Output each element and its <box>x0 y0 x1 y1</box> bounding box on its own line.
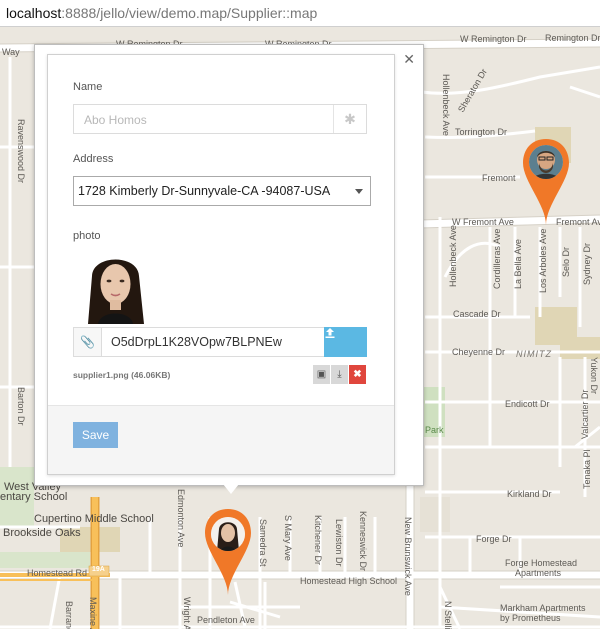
popup-tail <box>223 484 239 494</box>
map-label: Barton Dr <box>16 387 26 426</box>
file-upload-row: 📎 O5dDrpL1K28VOpw7BLPNEw <box>73 327 367 357</box>
file-name-field[interactable]: O5dDrpL1K28VOpw7BLPNEw <box>101 327 326 357</box>
map-label: Kitchener Dr <box>313 515 323 566</box>
chevron-down-icon <box>355 189 363 194</box>
map-label: S Mary Ave <box>283 515 293 561</box>
map-label: La Bella Ave <box>513 239 523 289</box>
map-label: entary School <box>0 491 68 503</box>
close-icon[interactable]: ✕ <box>403 51 415 68</box>
map-label: Homestead Rd <box>27 568 88 578</box>
upload-icon <box>325 328 335 338</box>
map-region-label: NIMITZ <box>516 349 552 359</box>
map-label: Way <box>2 47 20 57</box>
map-canvas[interactable]: W Remington Dr W Remington Dr W Remingto… <box>0 27 600 629</box>
map-label: New Brunswick Ave <box>403 517 413 596</box>
map-label: W Remington Dr <box>460 34 527 44</box>
image-preview-icon[interactable]: ▣ <box>313 365 330 384</box>
map-label: Barranca Dr <box>64 601 74 629</box>
map-label: Endicott Dr <box>505 399 550 409</box>
name-placeholder: Abo Homos <box>84 113 147 127</box>
map-label: Apartments <box>515 568 562 578</box>
url-path: :8888/jello/view/demo.map/Supplier::map <box>61 5 318 21</box>
selected-supplier-map-marker[interactable] <box>200 507 252 595</box>
map-label: Cheyenne Dr <box>452 347 506 357</box>
save-button[interactable]: Save <box>73 422 118 448</box>
browser-url-bar[interactable]: localhost:8888/jello/view/demo.map/Suppl… <box>0 0 600 27</box>
map-label: Homestead High School <box>300 576 398 586</box>
map-label: by Prometheus <box>500 613 561 623</box>
name-label: Name <box>73 81 103 93</box>
url-text[interactable]: localhost:8888/jello/view/demo.map/Suppl… <box>6 5 317 21</box>
map-label: Torrington Dr <box>455 127 508 137</box>
delete-icon[interactable]: ✖ <box>349 365 366 384</box>
map-label: Kirkland Dr <box>507 489 552 499</box>
map-label: N Stelling Rd <box>443 601 453 629</box>
supplier-avatar <box>211 517 245 551</box>
map-label: Valcartier Dr <box>580 389 590 439</box>
photo-label: photo <box>73 230 101 242</box>
map-label: Forge Dr <box>476 534 512 544</box>
photo-preview <box>78 250 153 324</box>
map-label: Samedra St <box>258 519 268 567</box>
map-label: Edmonton Ave <box>176 489 186 548</box>
map-label: Cupertino Middle School <box>34 513 154 525</box>
form-footer: Save <box>48 405 394 474</box>
map-label: Fremont <box>482 173 516 183</box>
asterisk-icon: ✱ <box>333 105 366 133</box>
map-label: Hollenbeck Ave <box>448 225 458 287</box>
supplier-avatar <box>529 145 563 179</box>
highway-badge: 19A <box>92 566 105 573</box>
map-label: Tenaka Pl <box>582 449 592 489</box>
map-park-label: Park <box>425 425 444 435</box>
download-icon[interactable]: ⤓ <box>331 365 348 384</box>
map-label: Lewiston Dr <box>334 519 344 567</box>
file-info: supplier1.png (46.06KB) <box>73 370 171 380</box>
map-label: Cascade Dr <box>453 309 501 319</box>
map-label: Maxine Ave <box>88 597 98 629</box>
paperclip-icon: 📎 <box>73 327 102 357</box>
url-host: localhost <box>6 5 62 21</box>
map-label: W Fremont Ave <box>452 217 514 227</box>
map-label: Yukon Dr <box>589 357 599 395</box>
map-label: Pendleton Ave <box>197 615 255 625</box>
map-label: Los Arboles Ave <box>538 228 548 293</box>
map-label: Ravenswood Dr <box>16 119 26 184</box>
supplier-popup: ✕ Name Abo Homos ✱ Address 1728 Kimberly… <box>34 44 424 494</box>
file-token: O5dDrpL1K28VOpw7BLPNEw <box>111 335 282 349</box>
map-label: Brookside Oaks <box>3 527 81 539</box>
map-label: Cordilleras Ave <box>492 228 502 289</box>
map-label: Sydney Dr <box>582 242 592 285</box>
supplier-map-marker[interactable] <box>520 137 572 225</box>
address-value: 1728 Kimberly Dr-Sunnyvale-CA -94087-USA <box>78 184 331 198</box>
address-select[interactable]: 1728 Kimberly Dr-Sunnyvale-CA -94087-USA <box>73 176 371 206</box>
name-input[interactable]: Abo Homos ✱ <box>73 104 367 134</box>
map-label: Kenneswick Dr <box>358 511 368 572</box>
map-label: Wright Ave <box>182 597 192 629</box>
map-label: Hollenbeck Ave <box>441 74 451 136</box>
upload-button[interactable] <box>324 327 367 357</box>
map-label: Remington Dr <box>545 33 600 43</box>
supplier-form: Name Abo Homos ✱ Address 1728 Kimberly D… <box>47 54 395 475</box>
map-label: Selo Dr <box>561 246 571 277</box>
address-label: Address <box>73 153 114 165</box>
map-label: Markham Apartments <box>500 603 586 613</box>
map-label: Forge Homestead <box>505 558 578 568</box>
